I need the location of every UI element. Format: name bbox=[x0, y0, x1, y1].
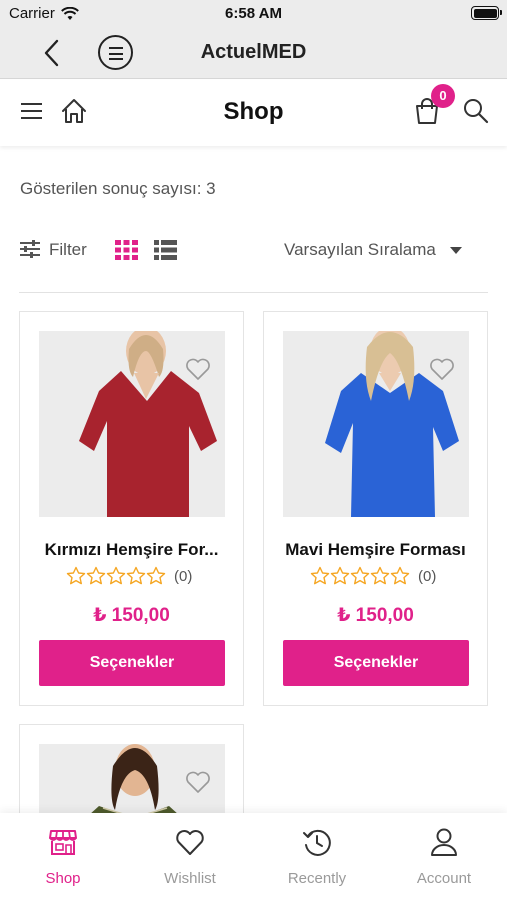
history-icon bbox=[303, 829, 331, 856]
review-count: (0) bbox=[418, 567, 437, 585]
tab-wishlist[interactable]: Wishlist bbox=[127, 813, 253, 900]
product-image[interactable] bbox=[283, 331, 469, 517]
star-icon bbox=[66, 566, 86, 585]
caret-down-icon bbox=[449, 246, 462, 254]
search-icon[interactable] bbox=[462, 97, 490, 125]
product-name[interactable]: Kırmızı Hemşire For... bbox=[20, 540, 243, 560]
product-card[interactable]: Kırmızı Hemşire For... (0) ₺ 150,00 Seçe… bbox=[19, 311, 244, 706]
star-icon bbox=[146, 566, 166, 585]
tab-label: Shop bbox=[45, 870, 81, 887]
app-screen: Carrier 6:58 AM ActuelMED Shop 0 Gösteri… bbox=[0, 0, 507, 900]
tab-shop[interactable]: Shop bbox=[0, 813, 126, 900]
sort-select[interactable]: Varsayılan Sıralama bbox=[284, 240, 462, 260]
star-icon bbox=[126, 566, 146, 585]
product-image[interactable] bbox=[39, 331, 225, 517]
star-icon bbox=[106, 566, 126, 585]
status-time: 6:58 AM bbox=[225, 5, 282, 22]
heart-icon[interactable] bbox=[429, 357, 455, 381]
result-count: Gösterilen sonuç sayısı: 3 bbox=[20, 179, 216, 198]
user-icon bbox=[431, 828, 457, 856]
star-icon bbox=[86, 566, 106, 585]
grid-view-icon[interactable] bbox=[115, 240, 138, 260]
tab-account[interactable]: Account bbox=[381, 813, 507, 900]
star-icon bbox=[390, 566, 410, 585]
product-name[interactable]: Mavi Hemşire Forması bbox=[264, 540, 487, 560]
heart-icon[interactable] bbox=[185, 770, 211, 794]
list-view-icon[interactable] bbox=[154, 240, 177, 260]
rating-stars: (0) bbox=[310, 566, 436, 586]
battery-icon bbox=[471, 6, 502, 20]
rating-stars: (0) bbox=[66, 566, 192, 586]
product-price: ₺ 150,00 bbox=[337, 605, 414, 626]
sliders-icon[interactable] bbox=[19, 239, 41, 259]
store-icon bbox=[49, 830, 77, 855]
app-title: ActuelMED bbox=[200, 41, 307, 63]
divider bbox=[19, 292, 488, 293]
cart-count-badge: 0 bbox=[431, 84, 455, 108]
tab-recently[interactable]: Recently bbox=[254, 813, 380, 900]
filter-button[interactable]: Filter bbox=[49, 240, 87, 260]
product-card[interactable]: Mavi Hemşire Forması (0) ₺ 150,00 Seçene… bbox=[263, 311, 488, 706]
tab-label: Wishlist bbox=[164, 870, 216, 887]
star-icon bbox=[370, 566, 390, 585]
sort-label: Varsayılan Sıralama bbox=[284, 240, 436, 259]
bottom-tab-bar: Shop Wishlist Recently Account bbox=[0, 813, 507, 900]
star-icon bbox=[350, 566, 370, 585]
tab-label: Account bbox=[416, 870, 472, 887]
product-price: ₺ 150,00 bbox=[93, 605, 170, 626]
heart-icon[interactable] bbox=[185, 357, 211, 381]
star-icon bbox=[330, 566, 350, 585]
tab-label: Recently bbox=[287, 870, 347, 887]
heart-icon bbox=[176, 830, 204, 855]
review-count: (0) bbox=[174, 567, 193, 585]
options-button[interactable]: Seçenekler bbox=[39, 640, 225, 686]
options-button[interactable]: Seçenekler bbox=[283, 640, 469, 686]
star-icon bbox=[310, 566, 330, 585]
